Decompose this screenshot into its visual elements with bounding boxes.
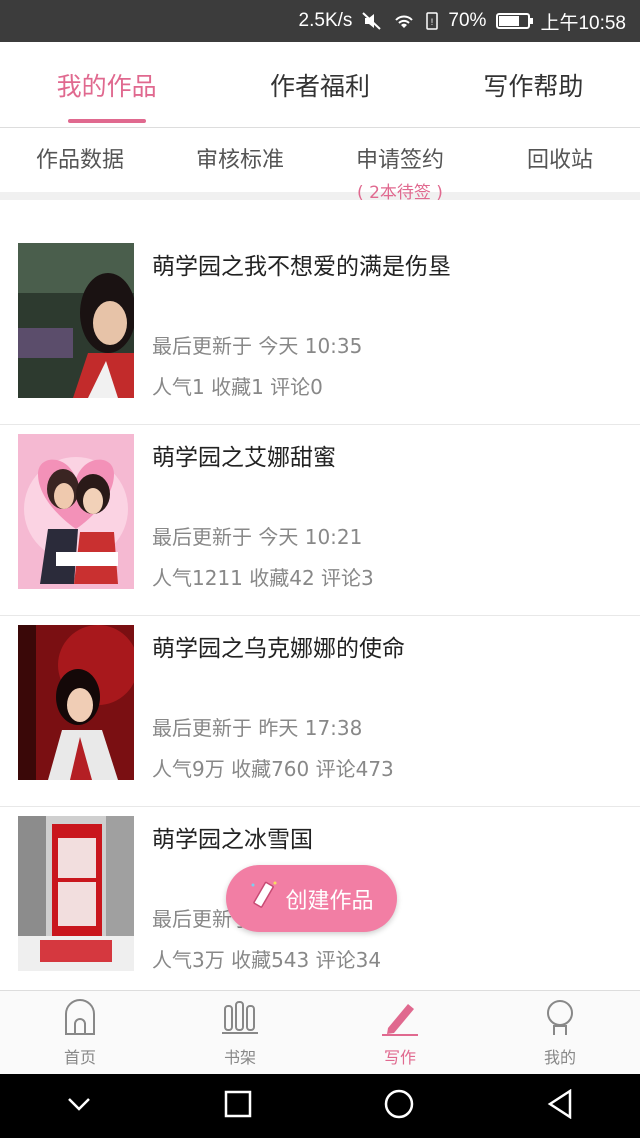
- tab-writing-help[interactable]: 写作帮助: [427, 42, 640, 127]
- pencil-icon: [249, 879, 279, 919]
- tab-my-works[interactable]: 我的作品: [0, 42, 213, 127]
- home-button-icon[interactable]: [384, 1089, 414, 1123]
- book-cover: [18, 434, 134, 589]
- nav-writing[interactable]: 写作: [320, 991, 480, 1074]
- nav-profile[interactable]: 我的: [480, 991, 640, 1074]
- nav-label: 我的: [543, 1047, 576, 1067]
- menu-apply-contract[interactable]: 申请签约 ( 2本待签 ): [320, 128, 480, 203]
- book-title: 萌学园之艾娜甜蜜: [152, 445, 336, 471]
- book-stats: 人气1211 收藏42 评论3: [152, 566, 374, 590]
- sub-menu: 作品数据 审核标准 申请签约 ( 2本待签 ) 回收站: [0, 128, 640, 203]
- menu-recycle-bin[interactable]: 回收站: [480, 128, 640, 192]
- sim-icon: !: [426, 12, 439, 30]
- nav-label: 写作: [383, 1047, 416, 1067]
- book-cover: [18, 625, 134, 780]
- menu-label: 申请签约: [355, 148, 444, 173]
- create-work-label: 创建作品: [285, 888, 374, 914]
- book-updated: 最后更新于 今天 10:35: [152, 334, 363, 358]
- list-item[interactable]: 萌学园之乌克娜娜的使命 最后更新于 昨天 17:38 人气9万 收藏760 评论…: [0, 616, 640, 807]
- recents-icon[interactable]: [224, 1090, 252, 1122]
- bookshelf-icon: [220, 998, 260, 1040]
- mute-icon: [362, 12, 382, 30]
- menu-label: 审核标准: [195, 148, 284, 173]
- list-item[interactable]: 萌学园之我不想爱的满是伤垦 最后更新于 今天 10:35 人气1 收藏1 评论0: [0, 234, 640, 425]
- list-item[interactable]: 萌学园之艾娜甜蜜 最后更新于 今天 10:21 人气1211 收藏42 评论3: [0, 425, 640, 616]
- book-updated: 最后更新于 今天 10:21: [152, 525, 363, 549]
- battery-percent: 70%: [448, 10, 487, 31]
- nav-home[interactable]: 首页: [0, 991, 160, 1074]
- chevron-down-icon[interactable]: [66, 1096, 92, 1116]
- svg-text:!: !: [431, 17, 434, 27]
- book-stats: 人气1 收藏1 评论0: [152, 375, 323, 399]
- book-title: 萌学园之我不想爱的满是伤垦: [152, 254, 451, 280]
- pending-contracts-note: ( 2本待签 ): [357, 183, 443, 203]
- book-stats: 人气9万 收藏760 评论473: [152, 757, 394, 781]
- menu-label: 作品数据: [35, 148, 124, 173]
- book-title: 萌学园之冰雪国: [152, 827, 313, 853]
- clock: 上午10:58: [540, 12, 626, 34]
- wifi-icon: [392, 12, 416, 30]
- menu-label: 回收站: [526, 148, 593, 173]
- profile-icon: [541, 998, 579, 1040]
- book-stats: 人气3万 收藏543 评论34: [152, 948, 382, 972]
- book-title: 萌学园之乌克娜娜的使命: [152, 636, 405, 662]
- system-nav-bar: [0, 1074, 640, 1138]
- menu-review-standards[interactable]: 审核标准: [160, 128, 320, 192]
- battery-icon: [496, 13, 534, 29]
- pencil-icon: [380, 998, 420, 1040]
- nav-label: 首页: [63, 1047, 96, 1067]
- status-bar: 2.5K/s ! 70% 上午10:58: [0, 0, 640, 42]
- nav-bookshelf[interactable]: 书架: [160, 991, 320, 1074]
- top-tabs: 我的作品 作者福利 写作帮助: [0, 42, 640, 128]
- book-updated: 最后更新于 昨天 17:38: [152, 716, 363, 740]
- home-icon: [61, 998, 99, 1040]
- nav-label: 书架: [223, 1047, 256, 1067]
- menu-work-data[interactable]: 作品数据: [0, 128, 160, 192]
- create-work-button[interactable]: 创建作品: [226, 865, 397, 932]
- back-icon[interactable]: [546, 1088, 574, 1123]
- bottom-nav: 首页 书架 写作 我的: [0, 990, 640, 1074]
- tab-author-benefits[interactable]: 作者福利: [213, 42, 426, 127]
- book-cover: [18, 243, 134, 398]
- network-speed: 2.5K/s: [298, 10, 353, 31]
- book-cover: [18, 816, 134, 971]
